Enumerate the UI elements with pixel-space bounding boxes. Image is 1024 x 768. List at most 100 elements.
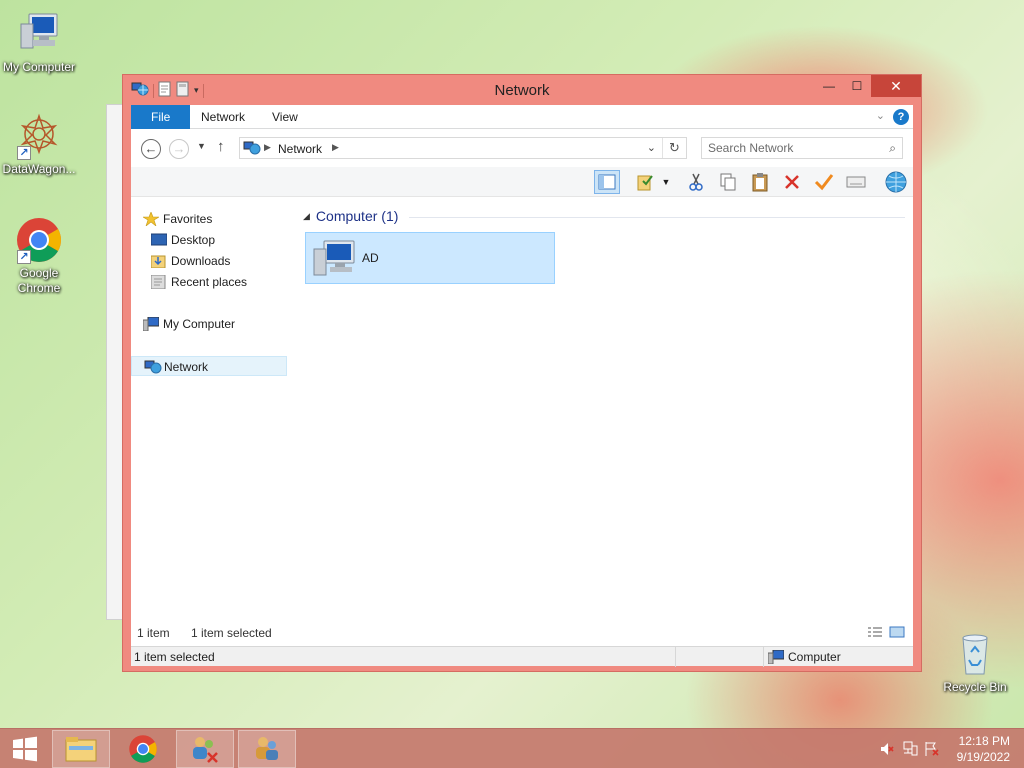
cut-button[interactable] xyxy=(683,170,709,194)
desktop-icon-recycle-bin[interactable]: Recycle Bin xyxy=(933,630,1017,695)
tab-file[interactable]: File xyxy=(131,105,191,129)
breadcrumb-separator-icon[interactable]: ▶ xyxy=(264,142,271,153)
explorer-window[interactable]: ▾ Network — ☐ ✕ File Network View ⌄ ? ← … xyxy=(122,74,922,672)
status-bar-top: 1 item 1 item selected xyxy=(131,618,913,646)
breadcrumb-network[interactable]: Network xyxy=(278,142,322,156)
refresh-icon[interactable]: ↻ xyxy=(662,138,686,158)
status-bar-bottom: 1 item selected Computer xyxy=(131,646,913,667)
taskbar-users-app[interactable] xyxy=(176,730,234,768)
details-view-icon[interactable] xyxy=(867,626,883,641)
taskbar-chrome[interactable] xyxy=(114,730,172,768)
back-button[interactable]: ← xyxy=(141,139,161,159)
status-divider xyxy=(763,647,764,667)
search-icon[interactable]: ⌕ xyxy=(889,141,896,156)
network-tray-icon[interactable] xyxy=(902,741,918,760)
window-title: Network xyxy=(494,82,550,99)
star-icon xyxy=(141,211,161,227)
scissors-icon xyxy=(689,173,703,191)
computer-icon xyxy=(767,649,785,667)
nav-item-downloads[interactable]: Downloads xyxy=(131,251,287,271)
taskbar: 12:18 PM 9/19/2022 xyxy=(0,728,1024,768)
tab-network[interactable]: Network xyxy=(187,105,259,129)
clock-date: 9/19/2022 xyxy=(956,750,1010,764)
delete-icon xyxy=(785,175,799,189)
up-button[interactable]: ↑ xyxy=(217,138,225,155)
nav-item-label: My Computer xyxy=(163,317,236,331)
item-count: 1 item xyxy=(137,626,170,640)
chrome-icon xyxy=(129,735,157,763)
properties-dropdown-icon[interactable]: ▼ xyxy=(659,170,673,194)
nav-item-my-computer[interactable]: My Computer xyxy=(131,314,287,334)
delete-button[interactable] xyxy=(779,170,805,194)
address-dropdown-icon[interactable]: ⌄ xyxy=(647,141,656,154)
downloads-icon xyxy=(150,254,167,269)
taskbar-file-explorer[interactable] xyxy=(52,730,110,768)
nav-item-favorites[interactable]: Favorites xyxy=(131,209,287,229)
status-divider xyxy=(675,647,676,667)
nav-item-network[interactable]: Network xyxy=(131,356,287,376)
maximize-button[interactable]: ☐ xyxy=(843,75,871,97)
tab-view[interactable]: View xyxy=(258,105,312,129)
recycle-bin-icon xyxy=(951,630,999,678)
breadcrumb-separator-icon[interactable]: ▶ xyxy=(332,142,339,153)
desktop-icon-my-computer[interactable]: My Computer xyxy=(0,10,81,75)
rename-button[interactable] xyxy=(811,170,837,194)
search-input[interactable] xyxy=(708,141,878,155)
view-switcher xyxy=(867,626,905,641)
recent-places-icon xyxy=(150,274,167,290)
properties-button[interactable] xyxy=(634,170,660,194)
title-bar[interactable]: ▾ Network — ☐ ✕ xyxy=(123,75,921,105)
paste-button[interactable] xyxy=(747,170,773,194)
forward-button[interactable]: → xyxy=(169,139,189,159)
selected-count: 1 item selected xyxy=(191,626,272,640)
datawagon-icon: ↗ xyxy=(15,112,63,160)
window-controls: — ☐ ✕ xyxy=(815,75,921,97)
minimize-button[interactable]: — xyxy=(815,75,843,97)
desktop-icon-datawagon[interactable]: ↗ DataWagon... xyxy=(0,112,81,177)
nav-item-recent-places[interactable]: Recent places xyxy=(131,272,287,292)
properties-dialog-button[interactable] xyxy=(843,170,869,194)
search-box[interactable]: ⌕ xyxy=(701,137,903,159)
nav-item-label: Recent places xyxy=(171,275,248,289)
clock[interactable]: 12:18 PM 9/19/2022 xyxy=(940,733,1010,765)
list-item[interactable]: AD xyxy=(305,232,555,284)
start-button[interactable] xyxy=(0,730,50,768)
address-row: ← → ▼ ↑ ▶ Network ▶ ⌄ ↻ ⌕ xyxy=(131,130,913,166)
users-remove-icon xyxy=(193,737,218,763)
status-selected: 1 item selected xyxy=(134,650,215,664)
network-icon xyxy=(243,141,261,158)
group-divider xyxy=(409,217,905,218)
recent-locations-icon[interactable]: ▼ xyxy=(197,141,206,151)
desktop-icon-label: Google Chrome xyxy=(17,266,61,295)
nav-item-desktop[interactable]: Desktop xyxy=(131,230,287,250)
clipboard-icon xyxy=(752,173,768,192)
nav-item-label: Downloads xyxy=(171,254,231,268)
desktop-icon-google-chrome[interactable]: ↗ Google Chrome xyxy=(0,216,81,296)
shortcut-arrow-icon: ↗ xyxy=(17,250,31,264)
expand-ribbon-icon[interactable]: ⌄ xyxy=(876,109,885,122)
globe-icon xyxy=(885,171,907,193)
group-header[interactable]: ◢ Computer (1) xyxy=(303,208,398,224)
computer-icon xyxy=(15,10,63,58)
help-icon[interactable]: ? xyxy=(893,109,909,125)
close-button[interactable]: ✕ xyxy=(871,75,921,97)
group-header-label: Computer (1) xyxy=(315,208,399,224)
desktop-icon xyxy=(150,233,168,247)
desktop-icon-label: DataWagon... xyxy=(2,162,76,176)
preview-pane-button[interactable] xyxy=(594,170,620,194)
collapse-triangle-icon[interactable]: ◢ xyxy=(303,211,310,221)
ribbon-tabs: File Network View ⌄ ? xyxy=(131,105,913,129)
copy-icon xyxy=(720,173,736,191)
taskbar-admin-app[interactable] xyxy=(238,730,296,768)
large-icons-view-icon[interactable] xyxy=(889,626,905,641)
address-bar[interactable]: ▶ Network ▶ ⌄ ↻ xyxy=(239,137,687,159)
volume-muted-icon[interactable] xyxy=(880,742,894,759)
pane-icon xyxy=(598,174,616,190)
desktop-icon-label: Recycle Bin xyxy=(943,680,1007,694)
copy-button[interactable] xyxy=(715,170,741,194)
network-globe-button[interactable] xyxy=(883,170,909,194)
action-center-flag-icon[interactable] xyxy=(924,741,940,760)
nav-item-label: Favorites xyxy=(163,212,213,226)
folder-check-icon xyxy=(637,175,653,191)
nav-item-label: Network xyxy=(164,360,209,374)
